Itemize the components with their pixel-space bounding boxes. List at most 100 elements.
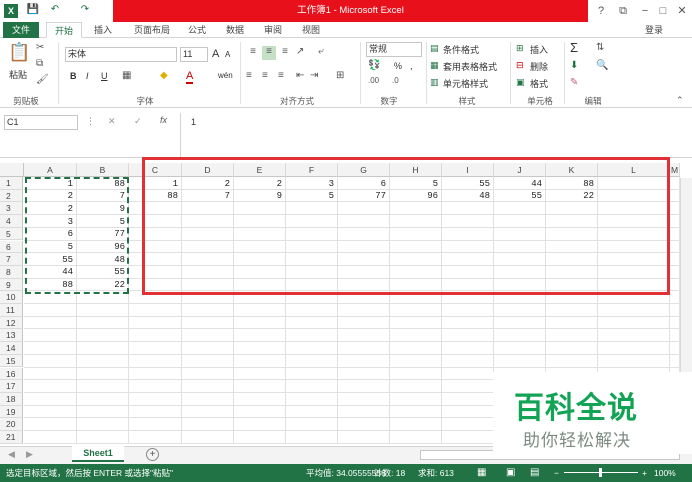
tab-review[interactable]: 审阅 — [262, 22, 284, 38]
copy-icon[interactable]: ⧉ — [36, 58, 43, 69]
row-header-10[interactable]: 10 — [0, 291, 23, 304]
paste-button[interactable]: 粘贴 — [9, 68, 27, 81]
number-format-select[interactable]: 常规 — [366, 42, 422, 57]
undo-icon[interactable]: ↶ — [48, 3, 62, 17]
conditional-format-button[interactable]: 条件格式 — [443, 43, 479, 56]
autosum-button[interactable]: Σ — [570, 40, 578, 55]
fill-icon[interactable]: ⬇ — [570, 60, 578, 71]
name-box[interactable]: C1 — [4, 115, 78, 130]
paste-icon[interactable]: 📋 — [8, 42, 30, 66]
tab-file[interactable]: 文件 — [3, 22, 39, 38]
increase-indent-icon[interactable]: ⇥ — [310, 70, 318, 81]
grow-font-button[interactable]: A — [212, 48, 219, 60]
row-header-17[interactable]: 17 — [0, 380, 23, 393]
format-painter-icon[interactable]: 🖌 — [36, 74, 49, 85]
row-header-5[interactable]: 5 — [0, 227, 23, 241]
merge-center-icon[interactable]: ⊞ — [336, 70, 344, 81]
tab-page-layout[interactable]: 页面布局 — [130, 22, 174, 38]
row-header-4[interactable]: 4 — [0, 215, 23, 228]
zoom-slider-thumb[interactable] — [599, 468, 602, 477]
normal-view-icon[interactable]: ▦ — [477, 464, 486, 482]
row-header-11[interactable]: 11 — [0, 304, 23, 317]
column-header-B[interactable]: B — [77, 163, 129, 177]
zoom-level[interactable]: 100% — [654, 464, 676, 482]
page-break-view-icon[interactable]: ▤ — [530, 464, 539, 482]
italic-button[interactable]: I — [86, 71, 89, 81]
zoom-in-button[interactable]: + — [642, 464, 647, 482]
align-center-icon[interactable]: ≡ — [262, 70, 268, 81]
sort-filter-icon[interactable]: ⇅ — [596, 42, 604, 53]
row-header-14[interactable]: 14 — [0, 342, 23, 355]
column-header-A[interactable]: A — [24, 163, 77, 177]
row-header-8[interactable]: 8 — [0, 265, 23, 279]
format-cells-icon[interactable]: ▣ — [516, 77, 525, 88]
prev-sheet-icon[interactable]: ◀ — [8, 449, 15, 460]
currency-icon[interactable]: 💱 — [368, 60, 380, 71]
find-select-icon[interactable]: 🔍 — [596, 60, 608, 71]
wrap-text-icon[interactable]: ⤶ — [318, 46, 324, 57]
row-header-3[interactable]: 3 — [0, 202, 23, 216]
tab-formulas[interactable]: 公式 — [186, 22, 208, 38]
row-header-18[interactable]: 18 — [0, 392, 23, 406]
align-bottom-icon[interactable]: ≡ — [278, 46, 292, 60]
tab-home[interactable]: 开始 — [46, 22, 82, 38]
insert-cells-icon[interactable]: ⊞ — [516, 43, 524, 54]
cut-icon[interactable]: ✂ — [36, 42, 44, 53]
row-header-2[interactable]: 2 — [0, 189, 23, 203]
help-button[interactable]: ? — [590, 2, 612, 20]
phonetic-button[interactable]: wén — [218, 71, 233, 80]
cell-styles-button[interactable]: 单元格样式 — [443, 77, 488, 90]
decrease-decimal-icon[interactable]: .0 — [392, 76, 399, 85]
formula-input[interactable]: 1 — [191, 117, 196, 127]
delete-cells-icon[interactable]: ⊟ — [516, 60, 524, 71]
page-layout-view-icon[interactable]: ▣ — [506, 464, 515, 482]
font-size-select[interactable]: 11 — [180, 47, 208, 62]
increase-decimal-icon[interactable]: .00 — [368, 76, 379, 85]
fill-color-icon[interactable]: ◆ — [160, 70, 168, 81]
row-header-21[interactable]: 21 — [0, 431, 23, 444]
shrink-font-button[interactable]: A — [225, 50, 230, 59]
row-header-20[interactable]: 20 — [0, 418, 23, 431]
orientation-icon[interactable]: ↗ — [296, 46, 304, 57]
sheet-tab-sheet1[interactable]: Sheet1 — [72, 446, 124, 462]
font-name-select[interactable]: 宋体 — [65, 47, 177, 62]
row-header-15[interactable]: 15 — [0, 354, 23, 368]
row-header-13[interactable]: 13 — [0, 329, 23, 343]
formula-bar-options-icon[interactable]: ⋮ — [86, 116, 95, 127]
percent-button[interactable]: % — [394, 61, 402, 71]
add-sheet-button[interactable]: + — [146, 448, 159, 461]
login-link[interactable]: 登录 — [645, 22, 663, 38]
enter-icon[interactable]: ✓ — [134, 116, 142, 127]
tab-view[interactable]: 视图 — [300, 22, 322, 38]
row-header-9[interactable]: 9 — [0, 278, 23, 292]
border-icon[interactable]: ▦ — [122, 70, 131, 81]
tab-insert[interactable]: 插入 — [92, 22, 114, 38]
clear-icon[interactable]: ✎ — [570, 77, 578, 88]
tab-data[interactable]: 数据 — [224, 22, 246, 38]
restore-ribbon-button[interactable]: ⧉ — [612, 2, 634, 20]
decrease-indent-icon[interactable]: ⇤ — [296, 70, 304, 81]
cancel-icon[interactable]: ✕ — [108, 116, 116, 127]
format-as-table-icon[interactable]: ▦ — [430, 60, 439, 71]
format-cells-button[interactable]: 格式 — [530, 77, 548, 90]
row-header-12[interactable]: 12 — [0, 316, 23, 330]
underline-button[interactable]: U — [101, 71, 108, 81]
row-header-16[interactable]: 16 — [0, 367, 23, 381]
insert-function-icon[interactable]: fx — [160, 115, 167, 125]
delete-cells-button[interactable]: 删除 — [530, 60, 548, 73]
insert-cells-button[interactable]: 插入 — [530, 43, 548, 56]
font-color-button[interactable]: A — [186, 70, 194, 84]
column-header-M[interactable]: M — [670, 163, 680, 177]
align-middle-icon[interactable]: ≡ — [262, 46, 276, 60]
row-header-7[interactable]: 7 — [0, 253, 23, 266]
select-all-button[interactable] — [0, 163, 24, 177]
next-sheet-icon[interactable]: ▶ — [26, 449, 33, 460]
row-header-1[interactable]: 1 — [0, 177, 23, 190]
zoom-out-button[interactable]: − — [554, 464, 559, 482]
row-header-19[interactable]: 19 — [0, 405, 23, 419]
save-icon[interactable]: 💾 — [26, 3, 40, 17]
align-top-icon[interactable]: ≡ — [246, 46, 260, 60]
align-left-icon[interactable]: ≡ — [246, 70, 252, 81]
bold-button[interactable]: B — [70, 71, 77, 81]
close-button[interactable]: ✕ — [671, 2, 692, 20]
